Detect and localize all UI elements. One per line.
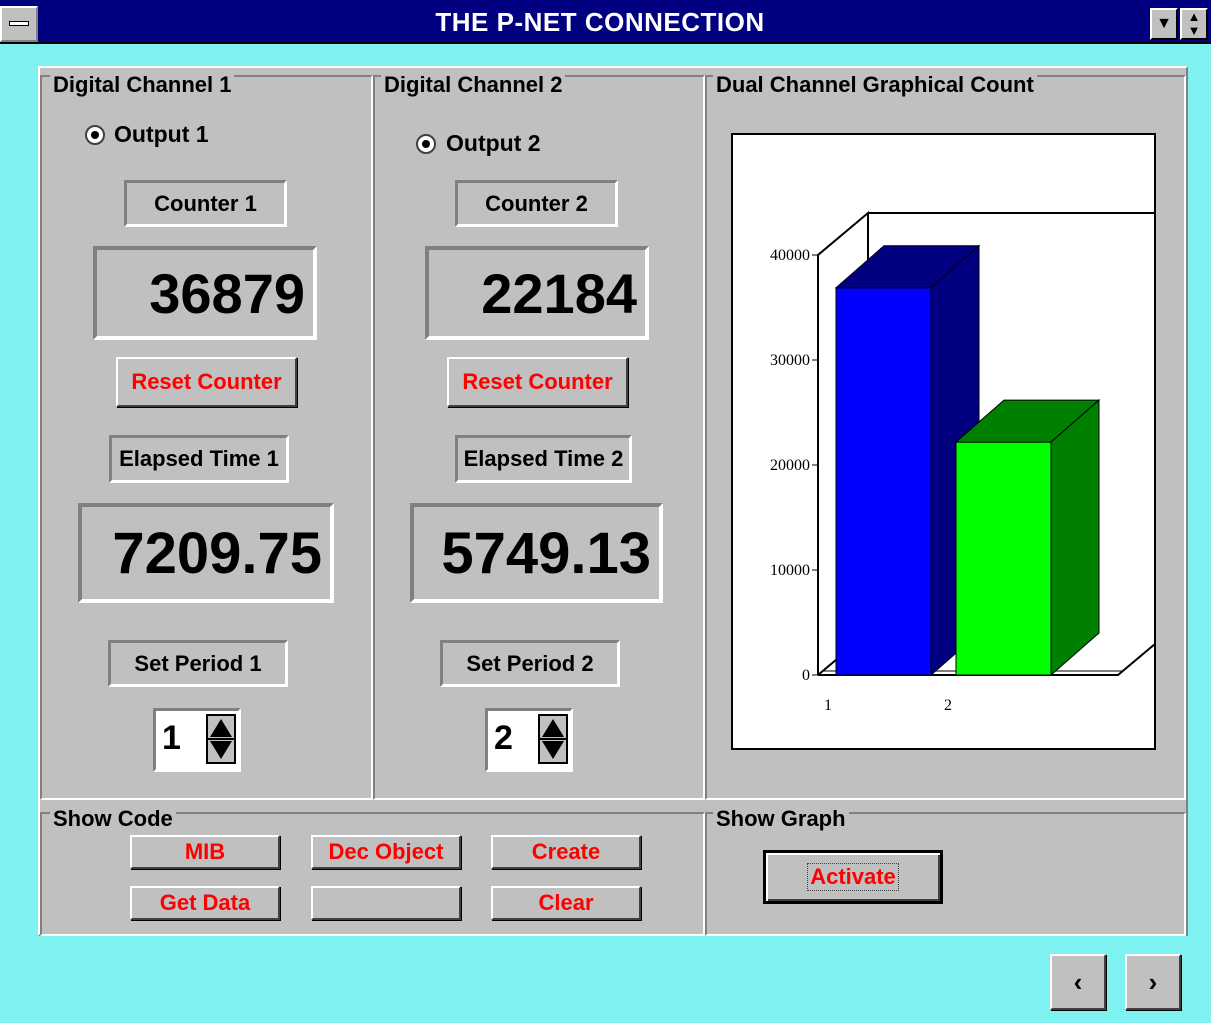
spinner-arrows-icon[interactable] [538,714,568,764]
set-period-1-label: Set Period 1 [108,640,288,687]
bar-side-2 [1050,398,1100,677]
y-tick-label: 30000 [770,352,810,369]
graph-group-title: Dual Channel Graphical Count [713,72,1037,98]
output-2-radio[interactable] [416,134,436,154]
chevron-right-icon: › [1148,967,1158,997]
restore-icon: ▲ ▼ [1187,9,1201,38]
previous-button[interactable]: ‹ [1050,954,1106,1010]
show-graph-title: Show Graph [713,806,849,832]
counter-2-label: Counter 2 [455,180,618,227]
minimize-button[interactable]: ▼ [1150,8,1178,40]
activate-button[interactable]: Activate [763,850,943,904]
radio-selected-dot [91,131,99,139]
y-tick-label: 20000 [770,457,810,474]
bar-chart-svg: 0 10000 20000 30000 40000 1 2 [770,210,1169,714]
system-menu-button[interactable] [0,6,38,42]
period-2-value: 2 [494,719,513,757]
system-menu-icon [9,21,29,26]
output-1-label: Output 1 [114,121,209,147]
elapsed-time-2-label: Elapsed Time 2 [455,435,632,483]
get-data-button[interactable]: Get Data [130,886,280,920]
radio-selected-dot [422,140,430,148]
period-2-spinner[interactable]: 2 [485,708,573,772]
bar-chart: 0 10000 20000 30000 40000 1 2 [731,133,1169,750]
channel-1-title: Digital Channel 1 [50,72,235,98]
output-1-radio[interactable] [85,125,105,145]
elapsed-time-2-value: 5749.13 [410,503,663,603]
set-period-2-label: Set Period 2 [440,640,620,687]
bar-front-1 [835,287,932,676]
chevron-down-icon: ▼ [1156,15,1172,32]
x-tick-label: 1 [824,697,832,714]
y-tick-label: 40000 [770,247,810,264]
dec-object-button[interactable]: Dec Object [311,835,461,869]
blank-button[interactable] [311,886,461,920]
next-button[interactable]: › [1125,954,1181,1010]
create-button[interactable]: Create [491,835,641,869]
counter-1-label: Counter 1 [124,180,287,227]
chevron-left-icon: ‹ [1073,967,1083,997]
counter-1-value: 36879 [93,246,317,340]
spinner-arrows-icon[interactable] [206,714,236,764]
period-1-value: 1 [162,719,181,757]
counter-2-value: 22184 [425,246,649,340]
restore-button[interactable]: ▲ ▼ [1180,8,1208,40]
elapsed-time-1-value: 7209.75 [78,503,334,603]
title-bar[interactable]: THE P-NET CONNECTION ▼ ▲ ▼ [0,0,1211,44]
x-tick-label: 2 [944,697,952,714]
mib-button[interactable]: MIB [130,835,280,869]
elapsed-time-1-label: Elapsed Time 1 [109,435,289,483]
y-tick-label: 10000 [770,562,810,579]
output-2-label: Output 2 [446,130,541,156]
reset-counter-1-button[interactable]: Reset Counter [116,357,297,407]
activate-label: Activate [807,863,899,891]
window-title: THE P-NET CONNECTION [435,7,765,37]
reset-counter-2-button[interactable]: Reset Counter [447,357,628,407]
bar-front-2 [955,441,1052,676]
period-1-spinner[interactable]: 1 [153,708,241,772]
show-code-title: Show Code [50,806,176,832]
clear-button[interactable]: Clear [491,886,641,920]
channel-2-title: Digital Channel 2 [381,72,566,98]
y-tick-label: 0 [802,667,810,684]
